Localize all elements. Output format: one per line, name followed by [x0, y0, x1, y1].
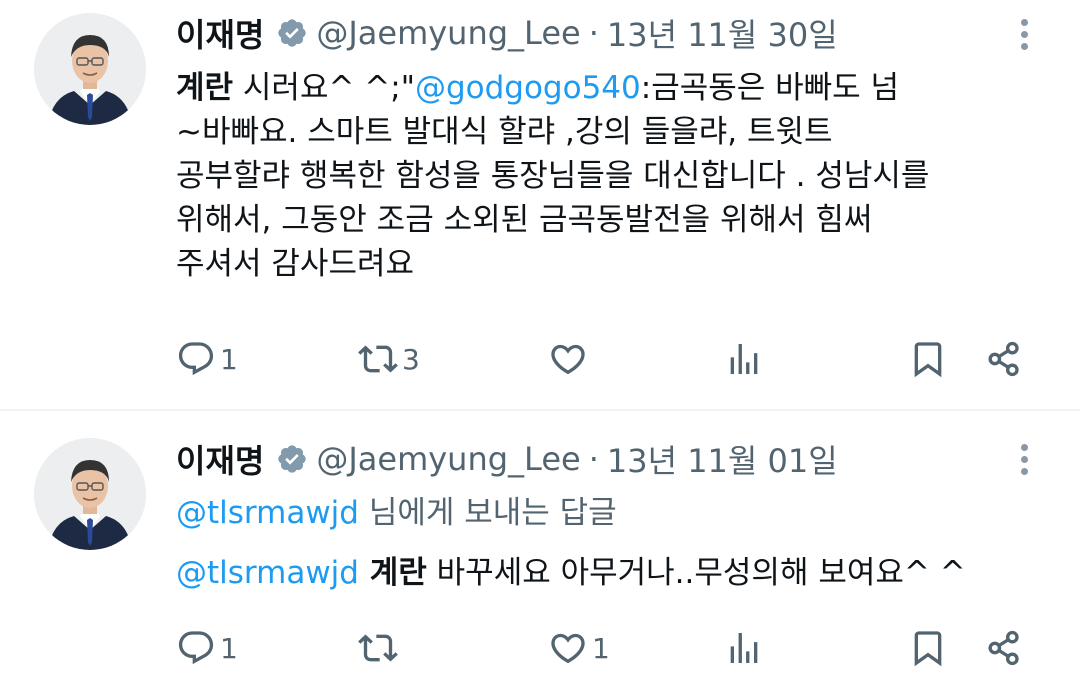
bold-text: 계란	[176, 70, 234, 106]
bold-text: 계란	[358, 555, 427, 591]
tweet-text-line: ~바빠요. 스마트 발대식 할랴 ,강의 들을랴, 트윗트	[176, 114, 833, 150]
tweet-date[interactable]: 13년 11월 30일	[607, 10, 838, 56]
text-segment: :금곡동은 바빠도 넘	[640, 70, 900, 106]
retweet-icon	[358, 345, 398, 373]
tweet-text-line: 공부할랴 행복한 함성을 통장님들을 대신합니다 . 성남시를	[176, 158, 930, 194]
tweet-text-line: 계란 시러요^ ^;"@godgogo540:금곡동은 바빠도 넘	[176, 66, 1056, 110]
views-icon	[730, 344, 758, 374]
text-segment: 시러요^ ^;"	[233, 70, 415, 106]
share-button[interactable]	[984, 334, 1024, 384]
share-icon	[988, 630, 1019, 666]
bookmark-icon	[914, 342, 942, 378]
retweet-count: 3	[402, 342, 420, 376]
views-icon	[730, 633, 758, 663]
reply-icon	[178, 631, 214, 665]
verified-badge-icon	[278, 19, 306, 47]
text-segment: 바꾸세요 아무거나..무성의해 보여요^ ^	[426, 555, 966, 591]
views-button[interactable]	[724, 623, 768, 673]
author-name[interactable]: 이재명	[176, 10, 264, 56]
reply-button[interactable]: 1	[176, 623, 238, 673]
tweet[interactable]: 이재명 @Jaemyung_Lee · 13년 11월 01일 @tlsrmaw…	[0, 411, 1080, 674]
author-handle[interactable]: @Jaemyung_Lee	[316, 14, 580, 52]
meta-separator: ·	[588, 440, 599, 478]
mention-link[interactable]: @tlsrmawjd	[176, 555, 359, 591]
author-handle[interactable]: @Jaemyung_Lee	[316, 440, 580, 478]
reply-count: 1	[220, 631, 238, 665]
replying-to: @tlsrmawjd 님에게 보내는 답글	[176, 491, 617, 535]
bookmark-icon	[914, 631, 942, 667]
like-count: 1	[592, 631, 610, 665]
like-button[interactable]	[548, 334, 592, 384]
meta-separator: ·	[588, 14, 599, 52]
avatar[interactable]	[34, 438, 146, 550]
mention-link[interactable]: @tlsrmawjd	[176, 495, 359, 531]
tweet-header: 이재명 @Jaemyung_Lee · 13년 11월 01일	[176, 437, 838, 481]
reply-count: 1	[220, 342, 238, 376]
verified-badge-icon	[278, 445, 306, 473]
tweet-date[interactable]: 13년 11월 01일	[607, 436, 838, 482]
reply-button[interactable]: 1	[176, 334, 238, 384]
like-button[interactable]: 1	[548, 623, 610, 673]
bookmark-button[interactable]	[908, 623, 948, 673]
tweet-text-line: 주셔서 감사드려요	[176, 246, 415, 282]
share-icon	[988, 341, 1019, 377]
mention-link[interactable]: @godgogo540	[415, 70, 641, 106]
tweet-text-line: 위해서, 그동안 조금 소외된 금곡동발전을 위해서 힘써	[176, 202, 873, 238]
tweet-text: 계란 시러요^ ^;"@godgogo540:금곡동은 바빠도 넘 ~바빠요. …	[176, 66, 1056, 286]
reply-icon	[178, 342, 214, 376]
more-icon[interactable]	[1012, 441, 1036, 481]
retweet-button[interactable]: 3	[358, 334, 420, 384]
author-name[interactable]: 이재명	[176, 436, 264, 482]
views-button[interactable]	[724, 334, 768, 384]
action-bar: 1 3	[176, 334, 1056, 384]
more-icon[interactable]	[1012, 16, 1036, 56]
bookmark-button[interactable]	[908, 334, 948, 384]
retweet-button[interactable]	[358, 623, 402, 673]
share-button[interactable]	[984, 623, 1024, 673]
tweet-header: 이재명 @Jaemyung_Lee · 13년 11월 30일	[176, 11, 838, 55]
tweet-text: @tlsrmawjd 계란 바꾸세요 아무거나..무성의해 보여요^ ^	[176, 551, 966, 595]
avatar[interactable]	[34, 13, 146, 125]
like-icon	[551, 344, 585, 375]
tweet[interactable]: 이재명 @Jaemyung_Lee · 13년 11월 30일 계란 시러요^ …	[0, 0, 1080, 410]
action-bar: 1 1	[176, 623, 1056, 673]
like-icon	[551, 633, 585, 664]
retweet-icon	[358, 634, 398, 662]
replying-text: 님에게 보내는 답글	[358, 495, 617, 531]
